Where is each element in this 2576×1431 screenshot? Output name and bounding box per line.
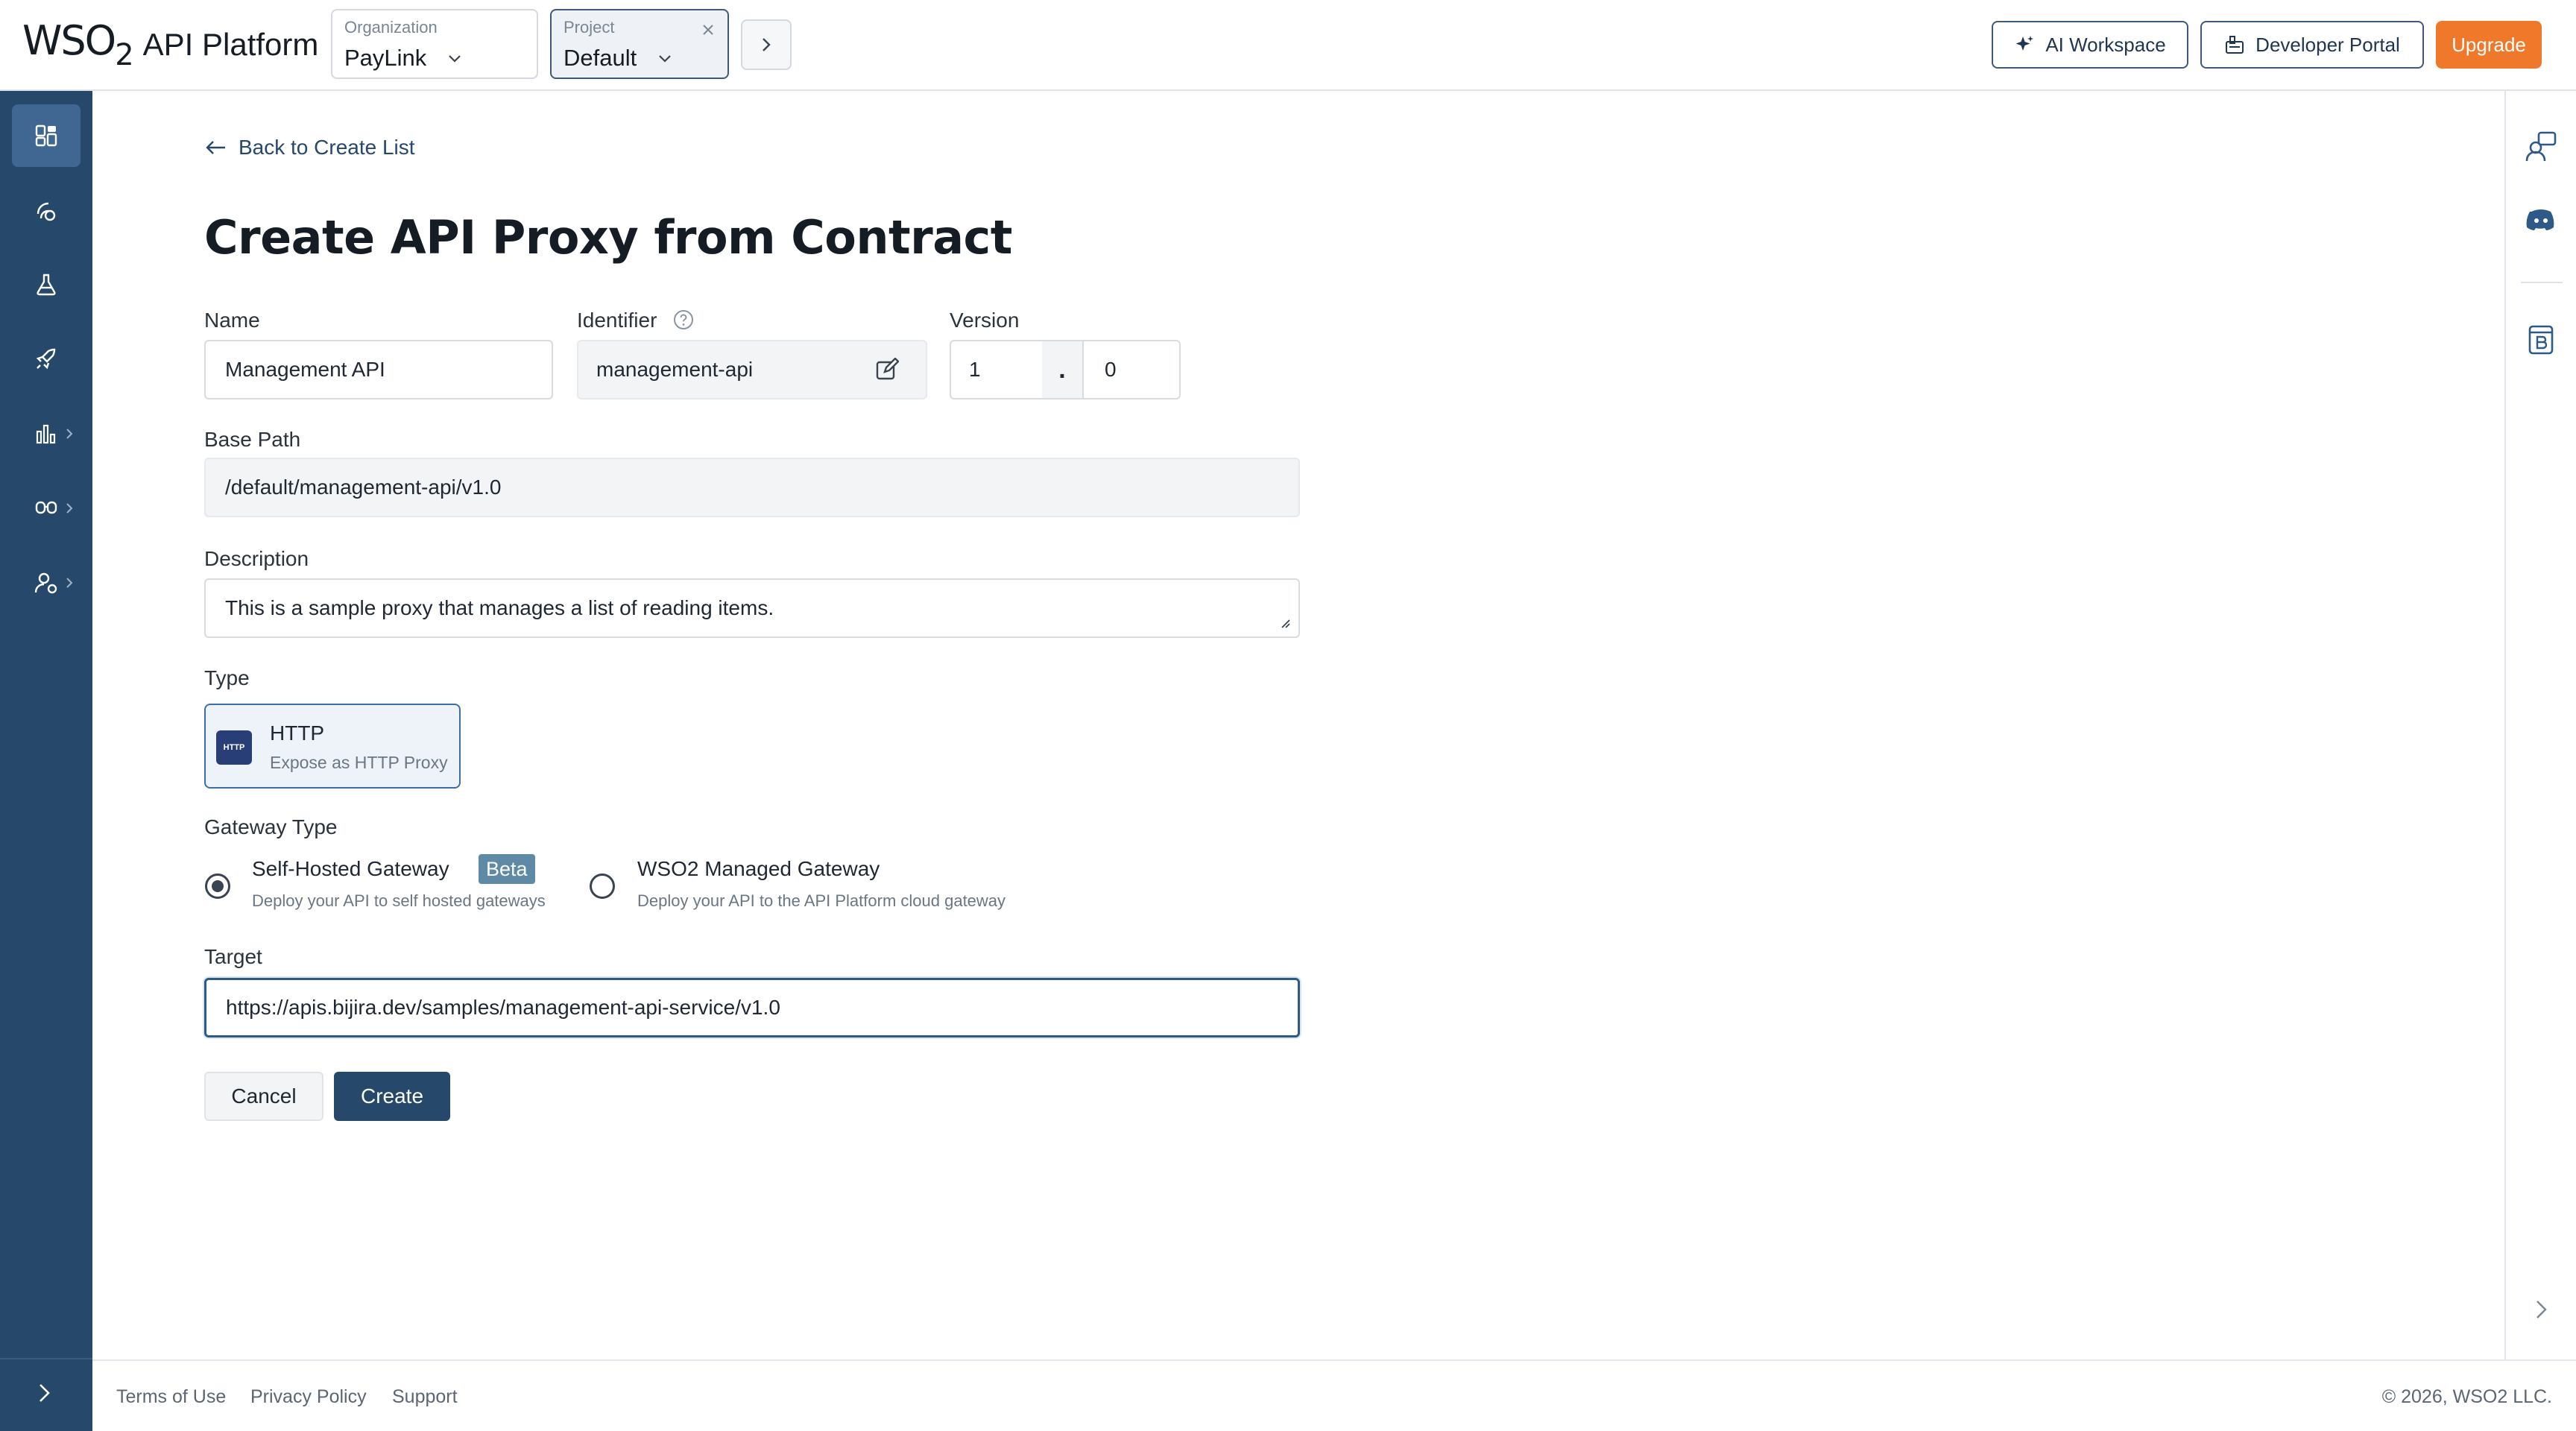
sidebar-item-overview[interactable] bbox=[12, 104, 80, 167]
base-path-field: /default/management-api/v1.0 bbox=[204, 458, 1300, 517]
support-agent-icon[interactable] bbox=[2524, 130, 2558, 164]
expand-sidebar-button[interactable] bbox=[31, 1380, 57, 1406]
deploy-icon bbox=[36, 348, 56, 370]
ai-workspace-label: AI Workspace bbox=[2045, 33, 2166, 56]
wso2-managed-gateway-radio[interactable] bbox=[590, 874, 615, 899]
terms-of-use-link[interactable]: Terms of Use bbox=[116, 1386, 226, 1408]
chevron-down-icon bbox=[656, 49, 674, 67]
self-hosted-gateway-description: Deploy your API to self hosted gateways bbox=[252, 891, 546, 910]
chevron-right-icon bbox=[64, 575, 75, 590]
close-icon[interactable] bbox=[701, 22, 716, 37]
description-label: Description bbox=[204, 547, 309, 570]
logo-text: API Platform bbox=[142, 27, 319, 62]
type-card-http[interactable]: HTTP HTTP Expose as HTTP Proxy bbox=[204, 704, 461, 789]
admin-icon bbox=[34, 572, 57, 594]
version-separator: . bbox=[1042, 340, 1082, 399]
type-card-title: HTTP bbox=[270, 721, 325, 745]
identifier-field: management-api bbox=[577, 340, 927, 399]
wso2-managed-gateway-description: Deploy your API to the API Platform clou… bbox=[637, 891, 1006, 910]
logo-brand: WSO2 bbox=[22, 17, 134, 72]
footer: Terms of Use Privacy Policy Support © 20… bbox=[92, 1359, 2576, 1431]
identifier-value: management-api bbox=[596, 358, 754, 381]
project-value: Default bbox=[564, 45, 637, 71]
description-value: This is a sample proxy that manages a li… bbox=[225, 596, 774, 619]
self-hosted-gateway-title[interactable]: Self-Hosted Gateway bbox=[252, 857, 449, 881]
chevron-right-icon bbox=[40, 1384, 50, 1402]
target-field[interactable]: https://apis.bijira.dev/samples/manageme… bbox=[204, 978, 1300, 1037]
sparkle-icon bbox=[2014, 34, 2035, 55]
help-icon[interactable] bbox=[672, 309, 695, 331]
project-selector[interactable]: Project Default bbox=[550, 9, 729, 79]
self-hosted-gateway-radio[interactable] bbox=[205, 874, 230, 899]
arrow-left-icon bbox=[206, 141, 225, 154]
developer-portal-label: Developer Portal bbox=[2255, 33, 2400, 56]
sidebar-item-admin[interactable] bbox=[12, 552, 80, 614]
upgrade-button[interactable]: Upgrade bbox=[2436, 21, 2542, 69]
version-label: Version bbox=[950, 309, 1020, 332]
version-major-field[interactable]: 1 bbox=[950, 340, 1044, 399]
left-sidebar bbox=[0, 91, 92, 1431]
resize-handle-icon[interactable] bbox=[1279, 617, 1291, 629]
page-title: Create API Proxy from Contract bbox=[204, 210, 1012, 265]
organization-selector[interactable]: Organization PayLink bbox=[331, 9, 538, 79]
design-icon bbox=[37, 202, 56, 221]
next-level-button[interactable] bbox=[741, 19, 792, 70]
base-path-label: Base Path bbox=[204, 428, 301, 451]
type-card-description: Expose as HTTP Proxy bbox=[270, 753, 448, 772]
sidebar-item-analytics[interactable] bbox=[12, 402, 80, 465]
discord-icon[interactable] bbox=[2524, 203, 2558, 237]
cancel-button[interactable]: Cancel bbox=[204, 1072, 323, 1121]
description-field[interactable]: This is a sample proxy that manages a li… bbox=[204, 578, 1300, 638]
privacy-policy-link[interactable]: Privacy Policy bbox=[250, 1386, 367, 1408]
right-rail bbox=[2504, 91, 2576, 1359]
sidebar-divider bbox=[0, 1358, 92, 1359]
identifier-label: Identifier bbox=[577, 309, 657, 332]
chevron-right-icon bbox=[763, 38, 771, 51]
copyright-text: © 2026, WSO2 LLC. bbox=[2381, 1386, 2552, 1407]
developer-portal-button[interactable]: Developer Portal bbox=[2200, 21, 2424, 69]
chevron-right-icon[interactable] bbox=[2528, 1297, 2554, 1322]
chevron-right-icon bbox=[64, 501, 75, 516]
create-button[interactable]: Create bbox=[334, 1072, 450, 1121]
version-minor-field[interactable]: 0 bbox=[1082, 340, 1181, 399]
sidebar-item-governance[interactable] bbox=[12, 477, 80, 540]
support-link[interactable]: Support bbox=[392, 1386, 458, 1408]
http-badge-icon: HTTP bbox=[216, 730, 252, 765]
organization-value: PayLink bbox=[344, 45, 427, 71]
gateway-type-label: Gateway Type bbox=[204, 815, 338, 838]
sidebar-item-deploy[interactable] bbox=[12, 328, 80, 391]
ai-workspace-button[interactable]: AI Workspace bbox=[1992, 21, 2188, 69]
type-label: Type bbox=[204, 666, 250, 689]
sidebar-item-design[interactable] bbox=[12, 179, 80, 241]
back-to-create-list-link[interactable]: Back to Create List bbox=[204, 136, 415, 159]
back-link-label: Back to Create List bbox=[239, 136, 415, 159]
beta-badge: Beta bbox=[479, 854, 535, 884]
name-field[interactable]: Management API bbox=[204, 340, 553, 399]
analytics-icon bbox=[36, 424, 56, 444]
target-label: Target bbox=[204, 945, 262, 968]
wso2-managed-gateway-title[interactable]: WSO2 Managed Gateway bbox=[637, 857, 880, 881]
governance-icon bbox=[35, 501, 57, 514]
portal-icon bbox=[2224, 34, 2245, 55]
overview-icon bbox=[35, 124, 57, 147]
chevron-right-icon bbox=[64, 426, 75, 441]
test-icon bbox=[37, 274, 56, 296]
project-caption: Project bbox=[564, 18, 615, 37]
notes-icon[interactable] bbox=[2524, 322, 2558, 356]
chevron-down-icon bbox=[446, 49, 464, 67]
top-bar: WSO2 API Platform Organization PayLink P… bbox=[0, 0, 2576, 91]
rail-divider bbox=[2521, 282, 2563, 283]
sidebar-item-test[interactable] bbox=[12, 253, 80, 316]
app-logo[interactable]: WSO2 API Platform bbox=[22, 17, 319, 72]
edit-icon[interactable] bbox=[875, 358, 899, 382]
name-label: Name bbox=[204, 309, 260, 332]
organization-caption: Organization bbox=[344, 18, 438, 37]
